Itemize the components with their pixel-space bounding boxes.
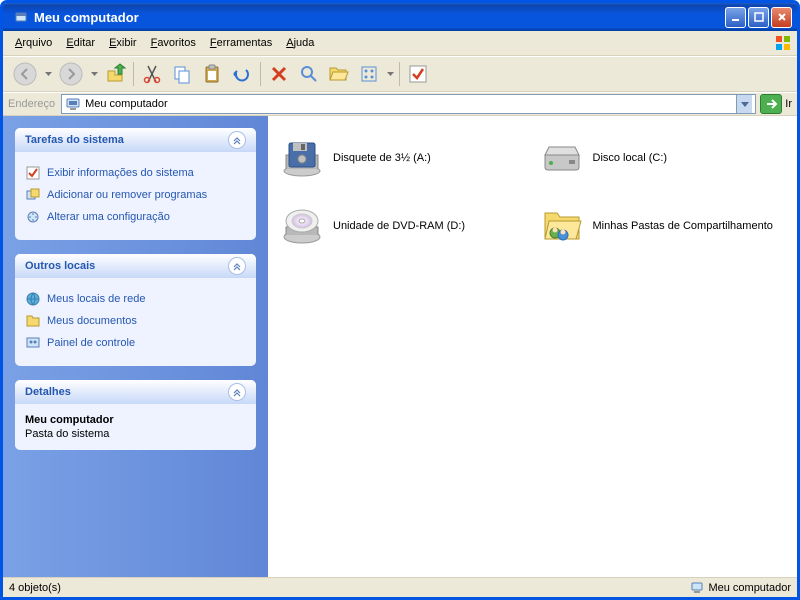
status-right: Meu computador (690, 581, 791, 595)
panel-system-tasks: Tarefas do sistema Exibir informações do… (15, 128, 256, 240)
drive-shared[interactable]: Minhas Pastas de Compartilhamento (538, 202, 788, 250)
panel-details: Detalhes Meu computador Pasta do sistema (15, 380, 256, 450)
panel-other-places: Outros locais Meus locais de rede Meus d… (15, 254, 256, 366)
link-label: Adicionar ou remover programas (47, 189, 207, 201)
forward-dropdown[interactable] (89, 72, 99, 76)
views-button[interactable] (355, 60, 383, 88)
explorer-window: Meu computador Arquivo Editar Exibir Fav… (0, 0, 800, 600)
link-settings[interactable]: Alterar uma configuração (25, 206, 246, 228)
floppy-icon (281, 137, 323, 179)
addressbar: Endereço Meu computador Ir (3, 92, 797, 116)
drive-dvd[interactable]: Unidade de DVD-RAM (D:) (278, 202, 528, 250)
shared-folder-icon (541, 205, 583, 247)
status-left: 4 objeto(s) (9, 582, 61, 594)
programs-icon (25, 187, 41, 203)
statusbar: 4 objeto(s) Meu computador (3, 577, 797, 597)
menu-editar[interactable]: Editar (59, 35, 102, 51)
drive-label: Disco local (C:) (593, 151, 668, 165)
panel-header[interactable]: Tarefas do sistema (15, 128, 256, 152)
my-computer-icon (65, 96, 81, 112)
status-right-text: Meu computador (708, 582, 791, 594)
panel-header[interactable]: Detalhes (15, 380, 256, 404)
menu-exibir[interactable]: Exibir (102, 35, 144, 51)
content-area: Tarefas do sistema Exibir informações do… (3, 116, 797, 577)
control-panel-icon (25, 335, 41, 351)
collapse-icon[interactable] (228, 257, 246, 275)
link-network[interactable]: Meus locais de rede (25, 288, 246, 310)
panel-title: Detalhes (25, 386, 71, 398)
menu-ferramentas[interactable]: Ferramentas (203, 35, 279, 51)
toolbar-separator (399, 62, 400, 86)
main-view: Disquete de 3½ (A:) Disco local (C:) Uni… (268, 116, 797, 577)
drive-label: Disquete de 3½ (A:) (333, 151, 431, 165)
details-type: Pasta do sistema (25, 428, 246, 440)
hdd-icon (541, 137, 583, 179)
menu-arquivo[interactable]: Arquivo (8, 35, 59, 51)
address-value: Meu computador (85, 98, 736, 110)
link-documents[interactable]: Meus documentos (25, 310, 246, 332)
cut-button[interactable] (138, 60, 166, 88)
address-label: Endereço (8, 98, 55, 110)
address-dropdown[interactable] (736, 95, 752, 113)
check-button[interactable] (404, 60, 432, 88)
copy-button[interactable] (168, 60, 196, 88)
collapse-icon[interactable] (228, 383, 246, 401)
back-button[interactable] (9, 58, 41, 90)
minimize-button[interactable] (725, 7, 746, 28)
link-label: Meus documentos (47, 315, 137, 327)
drive-label: Unidade de DVD-RAM (D:) (333, 219, 465, 233)
menu-favoritos[interactable]: Favoritos (144, 35, 203, 51)
address-input[interactable]: Meu computador (61, 94, 756, 114)
go-button[interactable] (760, 94, 782, 114)
toolbar (3, 56, 797, 92)
link-label: Painel de controle (47, 337, 135, 349)
link-label: Meus locais de rede (47, 293, 145, 305)
panel-body: Exibir informações do sistema Adicionar … (15, 152, 256, 240)
undo-button[interactable] (228, 60, 256, 88)
drive-label: Minhas Pastas de Compartilhamento (593, 219, 773, 233)
panel-title: Tarefas do sistema (25, 134, 124, 146)
up-button[interactable] (101, 60, 129, 88)
toolbar-separator (133, 62, 134, 86)
link-system-info[interactable]: Exibir informações do sistema (25, 162, 246, 184)
delete-button[interactable] (265, 60, 293, 88)
panel-title: Outros locais (25, 260, 95, 272)
drive-floppy[interactable]: Disquete de 3½ (A:) (278, 134, 528, 182)
tasks-sidebar: Tarefas do sistema Exibir informações do… (3, 116, 268, 577)
window-icon (13, 9, 29, 25)
titlebar[interactable]: Meu computador (3, 3, 797, 31)
link-label: Exibir informações do sistema (47, 167, 194, 179)
forward-button[interactable] (55, 58, 87, 90)
window-controls (725, 7, 792, 28)
collapse-icon[interactable] (228, 131, 246, 149)
link-control-panel[interactable]: Painel de controle (25, 332, 246, 354)
folders-button[interactable] (325, 60, 353, 88)
back-dropdown[interactable] (43, 72, 53, 76)
go-label: Ir (785, 98, 792, 110)
drive-hdd[interactable]: Disco local (C:) (538, 134, 788, 182)
maximize-button[interactable] (748, 7, 769, 28)
views-dropdown[interactable] (385, 72, 395, 76)
network-icon (25, 291, 41, 307)
details-body: Meu computador Pasta do sistema (15, 404, 256, 450)
menu-ajuda[interactable]: Ajuda (279, 35, 321, 51)
my-computer-icon (690, 581, 704, 595)
close-button[interactable] (771, 7, 792, 28)
link-add-remove[interactable]: Adicionar ou remover programas (25, 184, 246, 206)
paste-button[interactable] (198, 60, 226, 88)
panel-header[interactable]: Outros locais (15, 254, 256, 278)
window-title: Meu computador (34, 10, 725, 25)
link-label: Alterar uma configuração (47, 211, 170, 223)
dvd-icon (281, 205, 323, 247)
info-icon (25, 165, 41, 181)
settings-icon (25, 209, 41, 225)
panel-body: Meus locais de rede Meus documentos Pain… (15, 278, 256, 366)
menubar: Arquivo Editar Exibir Favoritos Ferramen… (3, 31, 797, 56)
windows-flag-icon (774, 34, 792, 52)
details-name: Meu computador (25, 414, 246, 426)
search-button[interactable] (295, 60, 323, 88)
toolbar-separator (260, 62, 261, 86)
drives-grid: Disquete de 3½ (A:) Disco local (C:) Uni… (278, 134, 787, 250)
documents-icon (25, 313, 41, 329)
